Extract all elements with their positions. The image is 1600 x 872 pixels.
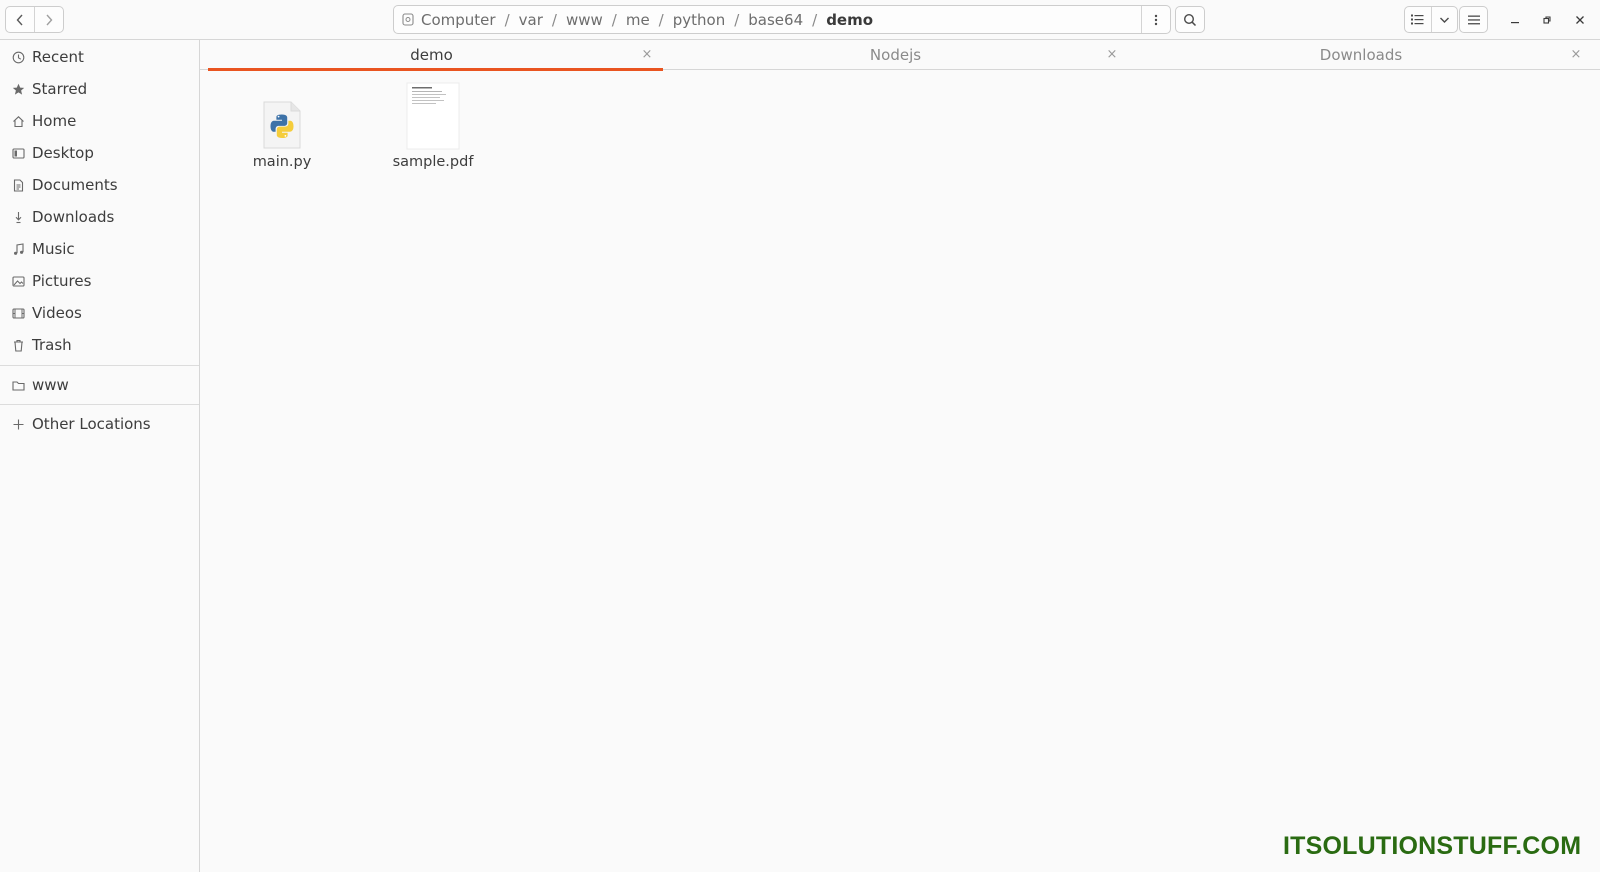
sidebar-item-label: Downloads	[32, 208, 115, 226]
tab-nodejs[interactable]: Nodejs ×	[663, 40, 1128, 70]
download-icon	[11, 210, 25, 224]
chevron-right-icon	[46, 14, 53, 25]
chevron-down-icon	[1439, 17, 1449, 23]
tab-demo[interactable]: demo ×	[200, 40, 663, 71]
sidebar-item-recent[interactable]: Recent	[0, 42, 199, 72]
back-button[interactable]	[6, 7, 34, 32]
header-bar: Computer / var / www / me / python / bas…	[0, 0, 1600, 40]
sidebar-item-label: Trash	[32, 336, 72, 354]
watermark-text: ITSOLUTIONSTUFF.COM	[1283, 832, 1582, 860]
sidebar-item-label: Starred	[32, 80, 88, 98]
sidebar-item-documents[interactable]: Documents	[0, 170, 199, 200]
forward-button[interactable]	[34, 7, 63, 32]
minimize-button[interactable]	[1504, 9, 1526, 31]
chevron-left-icon	[16, 14, 23, 25]
sidebar-item-pictures[interactable]: Pictures	[0, 266, 199, 296]
sidebar-item-label: www	[32, 376, 69, 394]
search-button[interactable]	[1175, 6, 1205, 33]
sidebar-item-label: Pictures	[32, 272, 92, 290]
breadcrumb-item[interactable]: var	[519, 11, 543, 29]
breadcrumb-separator: /	[551, 10, 557, 29]
close-window-button[interactable]	[1569, 9, 1591, 31]
sidebar-item-home[interactable]: Home	[0, 106, 199, 136]
breadcrumb-item[interactable]: Computer	[421, 11, 496, 29]
picture-icon	[11, 274, 25, 288]
home-icon	[11, 114, 25, 128]
breadcrumb-separator: /	[611, 10, 617, 29]
close-icon[interactable]: ×	[1105, 47, 1119, 62]
view-options	[1404, 6, 1458, 33]
close-icon[interactable]: ×	[1569, 47, 1583, 62]
path-menu-button[interactable]	[1141, 6, 1170, 33]
close-icon[interactable]: ×	[640, 47, 654, 62]
breadcrumb-item[interactable]: base64	[748, 11, 803, 29]
minimize-icon	[1511, 22, 1519, 24]
sidebar-item-label: Videos	[32, 304, 82, 322]
folder-icon	[11, 378, 25, 392]
sidebar-item-label: Music	[32, 240, 75, 258]
pdf-thumbnail-icon	[406, 78, 460, 150]
breadcrumb-current[interactable]: demo	[826, 11, 873, 29]
sidebar-item-trash[interactable]: Trash	[0, 330, 199, 360]
music-icon	[11, 242, 25, 256]
file-name: main.py	[252, 154, 312, 170]
path-bar: Computer / var / www / me / python / bas…	[393, 5, 1171, 34]
sidebar-item-other-locations[interactable]: Other Locations	[0, 409, 199, 439]
sidebar-divider	[0, 404, 199, 405]
hamburger-icon	[1467, 15, 1480, 24]
sidebar-item-videos[interactable]: Videos	[0, 298, 199, 328]
list-view-button[interactable]	[1405, 7, 1431, 32]
main-menu-button[interactable]	[1459, 6, 1488, 33]
star-icon	[11, 82, 25, 96]
navigation-buttons	[5, 6, 64, 33]
sidebar-item-label: Desktop	[32, 144, 94, 162]
sidebar-item-label: Home	[32, 112, 77, 130]
desktop-icon	[11, 146, 25, 160]
trash-icon	[11, 338, 25, 352]
breadcrumb: Computer / var / www / me / python / bas…	[394, 6, 1141, 33]
breadcrumb-separator: /	[812, 10, 818, 29]
sidebar-divider	[0, 365, 199, 366]
file-item-sample-pdf[interactable]: sample.pdf	[378, 78, 488, 178]
breadcrumb-separator: /	[504, 10, 510, 29]
file-name: sample.pdf	[392, 154, 474, 170]
tab-label: demo	[410, 46, 453, 64]
breadcrumb-separator: /	[658, 10, 664, 29]
sidebar-item-desktop[interactable]: Desktop	[0, 138, 199, 168]
vertical-dots-icon	[1154, 14, 1158, 25]
drive-icon	[402, 13, 414, 26]
video-icon	[11, 306, 25, 320]
file-item-main-py[interactable]: main.py	[227, 78, 337, 178]
sidebar: Recent Starred Home Desktop Documents Do…	[0, 40, 200, 872]
restore-icon	[1543, 16, 1551, 24]
sidebar-item-label: Documents	[32, 176, 118, 194]
breadcrumb-separator: /	[734, 10, 740, 29]
breadcrumb-item[interactable]: python	[673, 11, 725, 29]
sidebar-item-label: Other Locations	[32, 415, 151, 433]
search-icon	[1183, 13, 1197, 26]
sidebar-item-label: Recent	[32, 48, 84, 66]
list-view-icon	[1411, 14, 1424, 25]
view-dropdown-button[interactable]	[1430, 7, 1458, 32]
plus-icon	[11, 417, 25, 431]
breadcrumb-item[interactable]: me	[626, 11, 650, 29]
tab-label: Nodejs	[869, 46, 922, 64]
tab-label: Downloads	[1319, 46, 1403, 64]
breadcrumb-item[interactable]: www	[566, 11, 603, 29]
tab-downloads[interactable]: Downloads ×	[1128, 40, 1594, 70]
tab-bar: demo × Nodejs × Downloads ×	[200, 40, 1600, 71]
sidebar-item-music[interactable]: Music	[0, 234, 199, 264]
sidebar-item-www[interactable]: www	[0, 370, 199, 400]
close-icon	[1576, 16, 1584, 24]
restore-button[interactable]	[1536, 9, 1558, 31]
sidebar-item-starred[interactable]: Starred	[0, 74, 199, 104]
python-file-icon	[262, 78, 302, 150]
sidebar-item-downloads[interactable]: Downloads	[0, 202, 199, 232]
document-icon	[11, 178, 25, 192]
clock-icon	[11, 50, 25, 64]
